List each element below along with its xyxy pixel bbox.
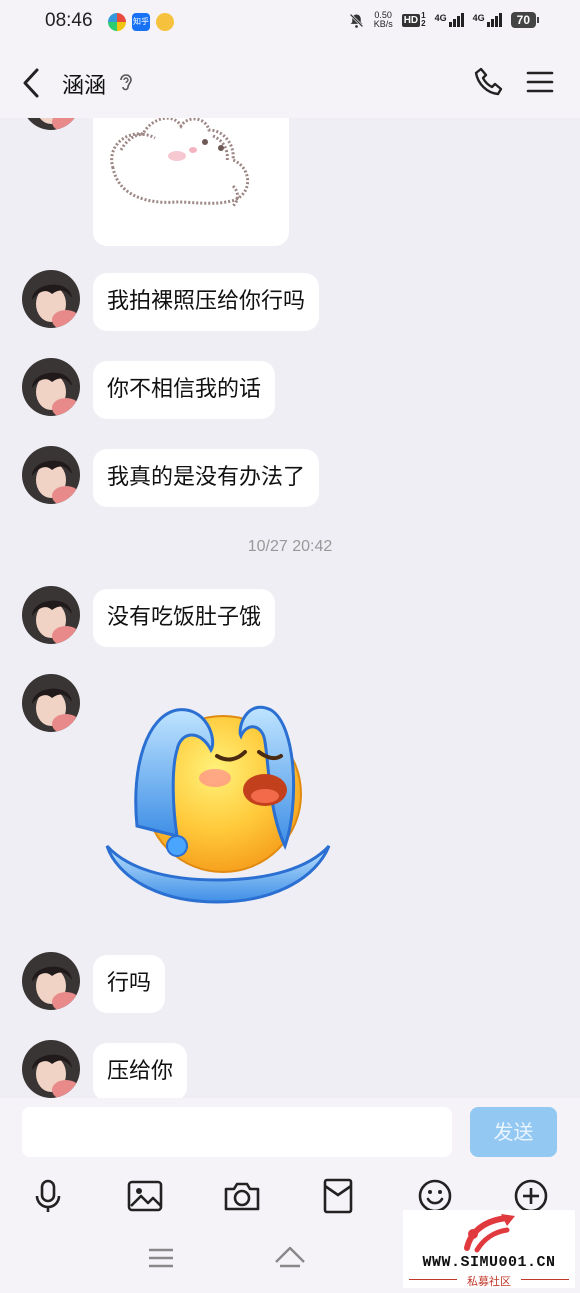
- signal-1-label: 4G: [434, 13, 447, 23]
- watermark-url: WWW.SIMU001.CN: [422, 1254, 556, 1271]
- avatar-photo: [22, 270, 80, 328]
- message-input[interactable]: [22, 1107, 452, 1157]
- hamburger-menu-icon[interactable]: [526, 68, 554, 96]
- message-bubble[interactable]: 你不相信我的话: [93, 361, 276, 419]
- zhihu-icon: 知乎: [132, 13, 150, 31]
- avatar[interactable]: [22, 674, 80, 732]
- message-bubble[interactable]: 我拍裸照压给你行吗: [93, 273, 320, 331]
- input-bar: 发送: [0, 1098, 580, 1168]
- signal-2-icon: 4G: [473, 13, 502, 27]
- avatar-photo: [22, 358, 80, 416]
- send-button[interactable]: 发送: [470, 1107, 557, 1157]
- message-list[interactable]: 我拍裸照压给你行吗 你不相信我的话 我真的是没有办法了 10/27 20:42 …: [0, 118, 580, 1098]
- hd-sub: 2: [421, 19, 426, 28]
- bell-muted-icon: [349, 13, 364, 28]
- battery-icon: 70: [510, 12, 540, 28]
- chevron-left-icon[interactable]: [18, 66, 48, 100]
- crying-emoji-sticker[interactable]: [97, 686, 337, 916]
- hd-label: HD: [401, 13, 421, 27]
- status-app-icons: 知乎: [108, 13, 174, 31]
- avatar[interactable]: [22, 1040, 80, 1098]
- message-timestamp: 10/27 20:42: [247, 538, 333, 555]
- microphone-icon[interactable]: [28, 1176, 68, 1216]
- watermark: WWW.SIMU001.CN 私募社区: [403, 1210, 575, 1288]
- simu-logo-icon: [464, 1214, 515, 1253]
- nav-home-icon[interactable]: [272, 1242, 308, 1272]
- avatar[interactable]: [22, 270, 80, 328]
- signal-2-label: 4G: [472, 13, 485, 23]
- image-icon[interactable]: [125, 1176, 165, 1216]
- avatar[interactable]: [22, 358, 80, 416]
- nav-menu-icon[interactable]: [147, 1246, 175, 1270]
- ear-icon[interactable]: [117, 72, 135, 92]
- colorful-app-icon: [108, 13, 126, 31]
- status-time: 08:46: [45, 10, 93, 31]
- chat-header: 涵涵: [0, 48, 580, 118]
- avatar-photo: [22, 446, 80, 504]
- avatar-photo: [22, 586, 80, 644]
- avatar[interactable]: [22, 952, 80, 1010]
- avatar-photo: [22, 118, 80, 130]
- avatar-photo: [22, 674, 80, 732]
- red-packet-icon[interactable]: [318, 1176, 358, 1216]
- bunny-sticker[interactable]: [93, 118, 289, 246]
- camera-icon[interactable]: [222, 1176, 262, 1216]
- message-bubble[interactable]: 压给你: [93, 1043, 188, 1098]
- message-bubble[interactable]: 没有吃饭肚子饿: [93, 589, 276, 647]
- hd-indicator: HD 1 2: [401, 12, 426, 28]
- signal-1-icon: 4G: [435, 13, 464, 27]
- contact-name: 涵涵: [62, 74, 107, 99]
- avatar[interactable]: [22, 118, 80, 130]
- net-speed: 0.50 KB/s: [374, 11, 393, 29]
- net-speed-unit: KB/s: [373, 19, 393, 29]
- status-bar: 08:46 知乎 0.50 KB/s HD 1 2 4G 4G 70: [0, 0, 580, 48]
- watermark-divider-right: [521, 1279, 569, 1280]
- status-right: 0.50 KB/s HD 1 2 4G 4G 70: [348, 11, 540, 29]
- message-bubble[interactable]: 行吗: [93, 955, 166, 1013]
- message-bubble[interactable]: 我真的是没有办法了: [93, 449, 320, 507]
- phone-icon[interactable]: [473, 66, 505, 98]
- avatar[interactable]: [22, 446, 80, 504]
- mascot-app-icon: [156, 13, 174, 31]
- avatar-photo: [22, 1040, 80, 1098]
- avatar-photo: [22, 952, 80, 1010]
- bunny-sticker-image: [93, 118, 289, 246]
- avatar[interactable]: [22, 586, 80, 644]
- watermark-subtitle: 私募社区: [467, 1275, 511, 1288]
